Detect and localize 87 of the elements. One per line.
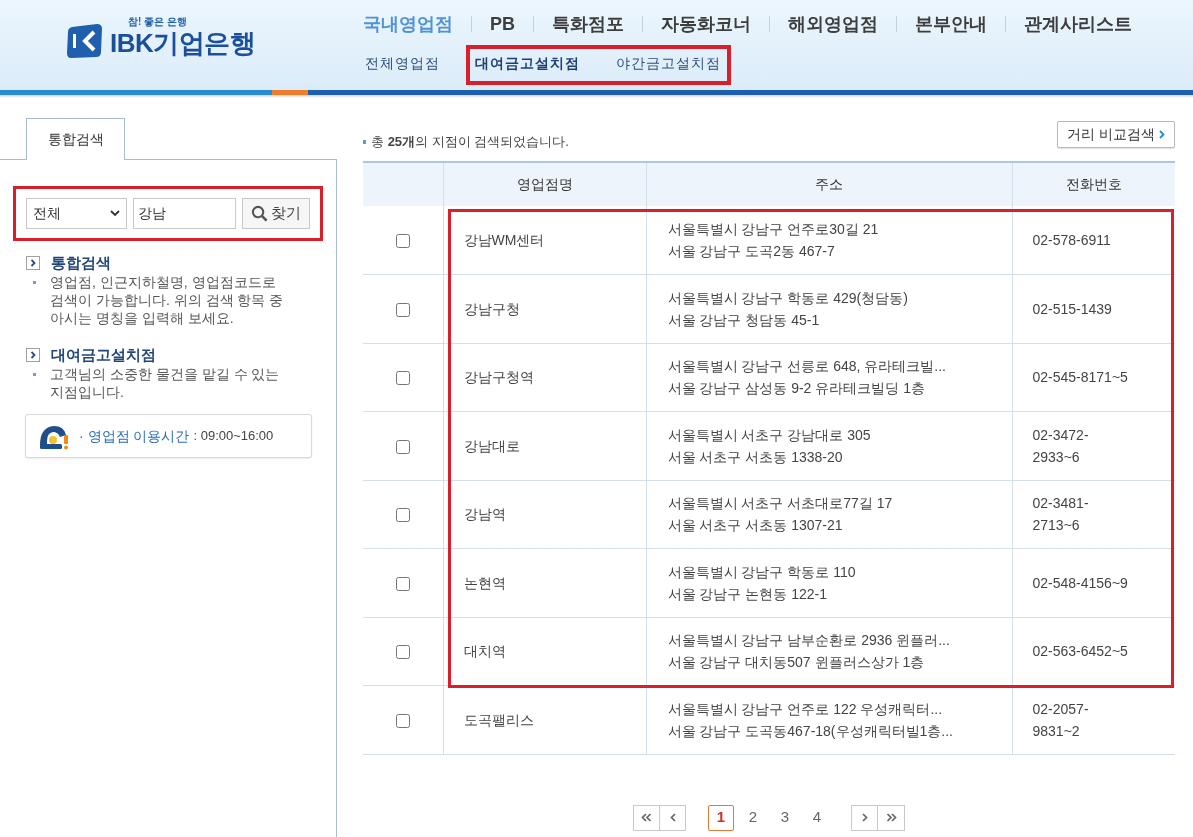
nav-tab[interactable]: 본부안내 (915, 10, 987, 38)
checkbox[interactable] (395, 645, 410, 659)
phone-number: 02-563-6452~5 (1032, 642, 1129, 662)
lot-address: 서울 강남구 청담동 45-1 (667, 310, 820, 330)
branch-name: 강남역 (463, 506, 506, 523)
branch-name: 논현역 (463, 574, 506, 591)
phone-number: 02-3472-2933~6 (1032, 425, 1090, 467)
column-header: 주소 (646, 162, 1012, 206)
branch-name: 도곡팰리스 (463, 711, 534, 728)
hours-value: : 09:00~16:00 (193, 427, 274, 446)
double-chevron-left-icon (641, 813, 652, 822)
branch-name: 대치역 (463, 643, 506, 660)
phone-number: 02-3481-2713~6 (1032, 494, 1090, 536)
next-page-button[interactable] (851, 804, 878, 831)
sub-nav-tab[interactable]: 야간금고설치점 (616, 49, 721, 81)
chevron-box-icon (26, 348, 40, 362)
chevron-right-icon (1159, 130, 1165, 139)
sub-nav-tab[interactable]: 전체영업점 (365, 49, 440, 81)
lot-address: 서울 강남구 대치동507 윈플러스상가 1층 (667, 653, 925, 673)
branch-name: 강남WM센터 (463, 232, 545, 248)
first-page-button[interactable] (633, 804, 660, 831)
road-address: 서울특별시 강남구 선릉로 648, 유라테크빌... (667, 357, 946, 377)
previous-page-button[interactable] (660, 804, 686, 831)
logo-tagline: 참! 좋은 은행 (128, 16, 188, 28)
search-icon (251, 205, 269, 222)
checkbox[interactable] (395, 576, 410, 591)
section-description: 영업점, 인근지하철명, 영업점코드로 검색이 가능합니다. 위의 검색 항목 중 아시는 명칭을 입력해 보세요. (50, 273, 285, 327)
checkbox[interactable] (395, 713, 410, 728)
last-page-button[interactable] (878, 804, 905, 831)
checkbox[interactable] (395, 371, 410, 385)
bullet-icon (363, 139, 366, 144)
road-address: 서울특별시 강남구 학동로 429(청담동) (667, 288, 908, 308)
page-link[interactable]: 4 (804, 804, 830, 831)
nav-tab[interactable]: 해외영업점 (788, 10, 878, 38)
logo-icon (66, 23, 103, 59)
road-address: 서울특별시 강남구 언주로30길 21 (667, 220, 879, 239)
nav-tab[interactable]: 특화점포 (552, 10, 624, 38)
section-title: 대여금고설치점 (51, 344, 156, 365)
road-address: 서울특별시 강남구 언주로 122 우성캐릭터... (667, 699, 943, 719)
bullet-icon (33, 281, 36, 284)
branch-name: 강남구청역 (463, 369, 534, 386)
road-address: 서울특별시 서초구 서초대로77길 17 (667, 494, 893, 514)
checkbox[interactable] (395, 439, 410, 454)
lot-address: 서울 강남구 삼성동 9-2 유라테크빌딩 1층 (667, 379, 925, 399)
checkbox[interactable] (395, 233, 410, 248)
checkbox[interactable] (395, 508, 410, 522)
page-link[interactable]: 2 (740, 804, 766, 831)
column-header: 영업점명 (443, 162, 646, 206)
chevron-right-icon (861, 813, 868, 822)
lot-address: 서울 강남구 도곡2동 467-7 (667, 242, 835, 261)
column-header: 전화번호 (1012, 162, 1175, 206)
phone-number: 02-545-8171~5 (1032, 368, 1129, 388)
chevron-box-icon (26, 256, 40, 270)
nav-tab[interactable]: PB (490, 10, 515, 38)
page-link[interactable]: 1 (708, 804, 734, 831)
hours-label: · 영업점 이용시간 (79, 426, 190, 446)
chevron-left-icon (669, 813, 676, 822)
lot-address: 서울 강남구 논현동 122-1 (667, 584, 827, 604)
lot-address: 서울 강남구 도곡동467-18(우성캐릭터빌1층... (667, 721, 953, 741)
page-link[interactable]: 3 (772, 804, 798, 831)
search-tab[interactable]: 통합검색 (26, 118, 125, 160)
search-field[interactable]: 강남 (133, 198, 237, 229)
road-address: 서울특별시 강남구 학동로 110 (667, 562, 856, 582)
nav-tab[interactable]: 관계사리스트 (1024, 10, 1132, 38)
phone-number: 02-2057-9831~2 (1032, 699, 1090, 741)
category-dropdown[interactable]: 전체 (26, 198, 128, 229)
logo-text: IBK기업은행 (110, 28, 256, 58)
lot-address: 서울 서초구 서초동 1307-21 (667, 516, 843, 536)
section-description: 고객님의 소중한 물건을 맡길 수 있는 지점입니다. (50, 365, 281, 401)
nav-tab[interactable]: 자동화코너 (661, 10, 751, 38)
double-chevron-right-icon (885, 813, 897, 822)
road-address: 서울특별시 강남구 남부순환로 2936 윈플러... (667, 631, 950, 651)
phone-number: 02-578-6911 (1032, 231, 1112, 250)
search-button[interactable]: 찾기 (242, 198, 310, 229)
branch-name: 강남구청 (463, 300, 520, 317)
branch-name: 강남대로 (463, 437, 520, 454)
bullet-icon (33, 373, 36, 376)
lot-address: 서울 서초구 서초동 1338-20 (667, 447, 843, 467)
section-title: 통합검색 (51, 252, 111, 273)
phone-number: 02-515-1439 (1032, 299, 1113, 319)
phone-number: 02-548-4156~9 (1032, 573, 1129, 593)
sub-nav-tab[interactable]: 대여금고설치점 (475, 49, 580, 81)
compare-distance-button[interactable]: 거리 비교검색 (1057, 121, 1175, 148)
checkbox[interactable] (395, 302, 410, 317)
road-address: 서울특별시 서초구 강남대로 305 (667, 425, 871, 445)
result-summary: 총 25개의 지점이 검색되었습니다. (371, 132, 569, 151)
chevron-down-icon (110, 210, 121, 217)
